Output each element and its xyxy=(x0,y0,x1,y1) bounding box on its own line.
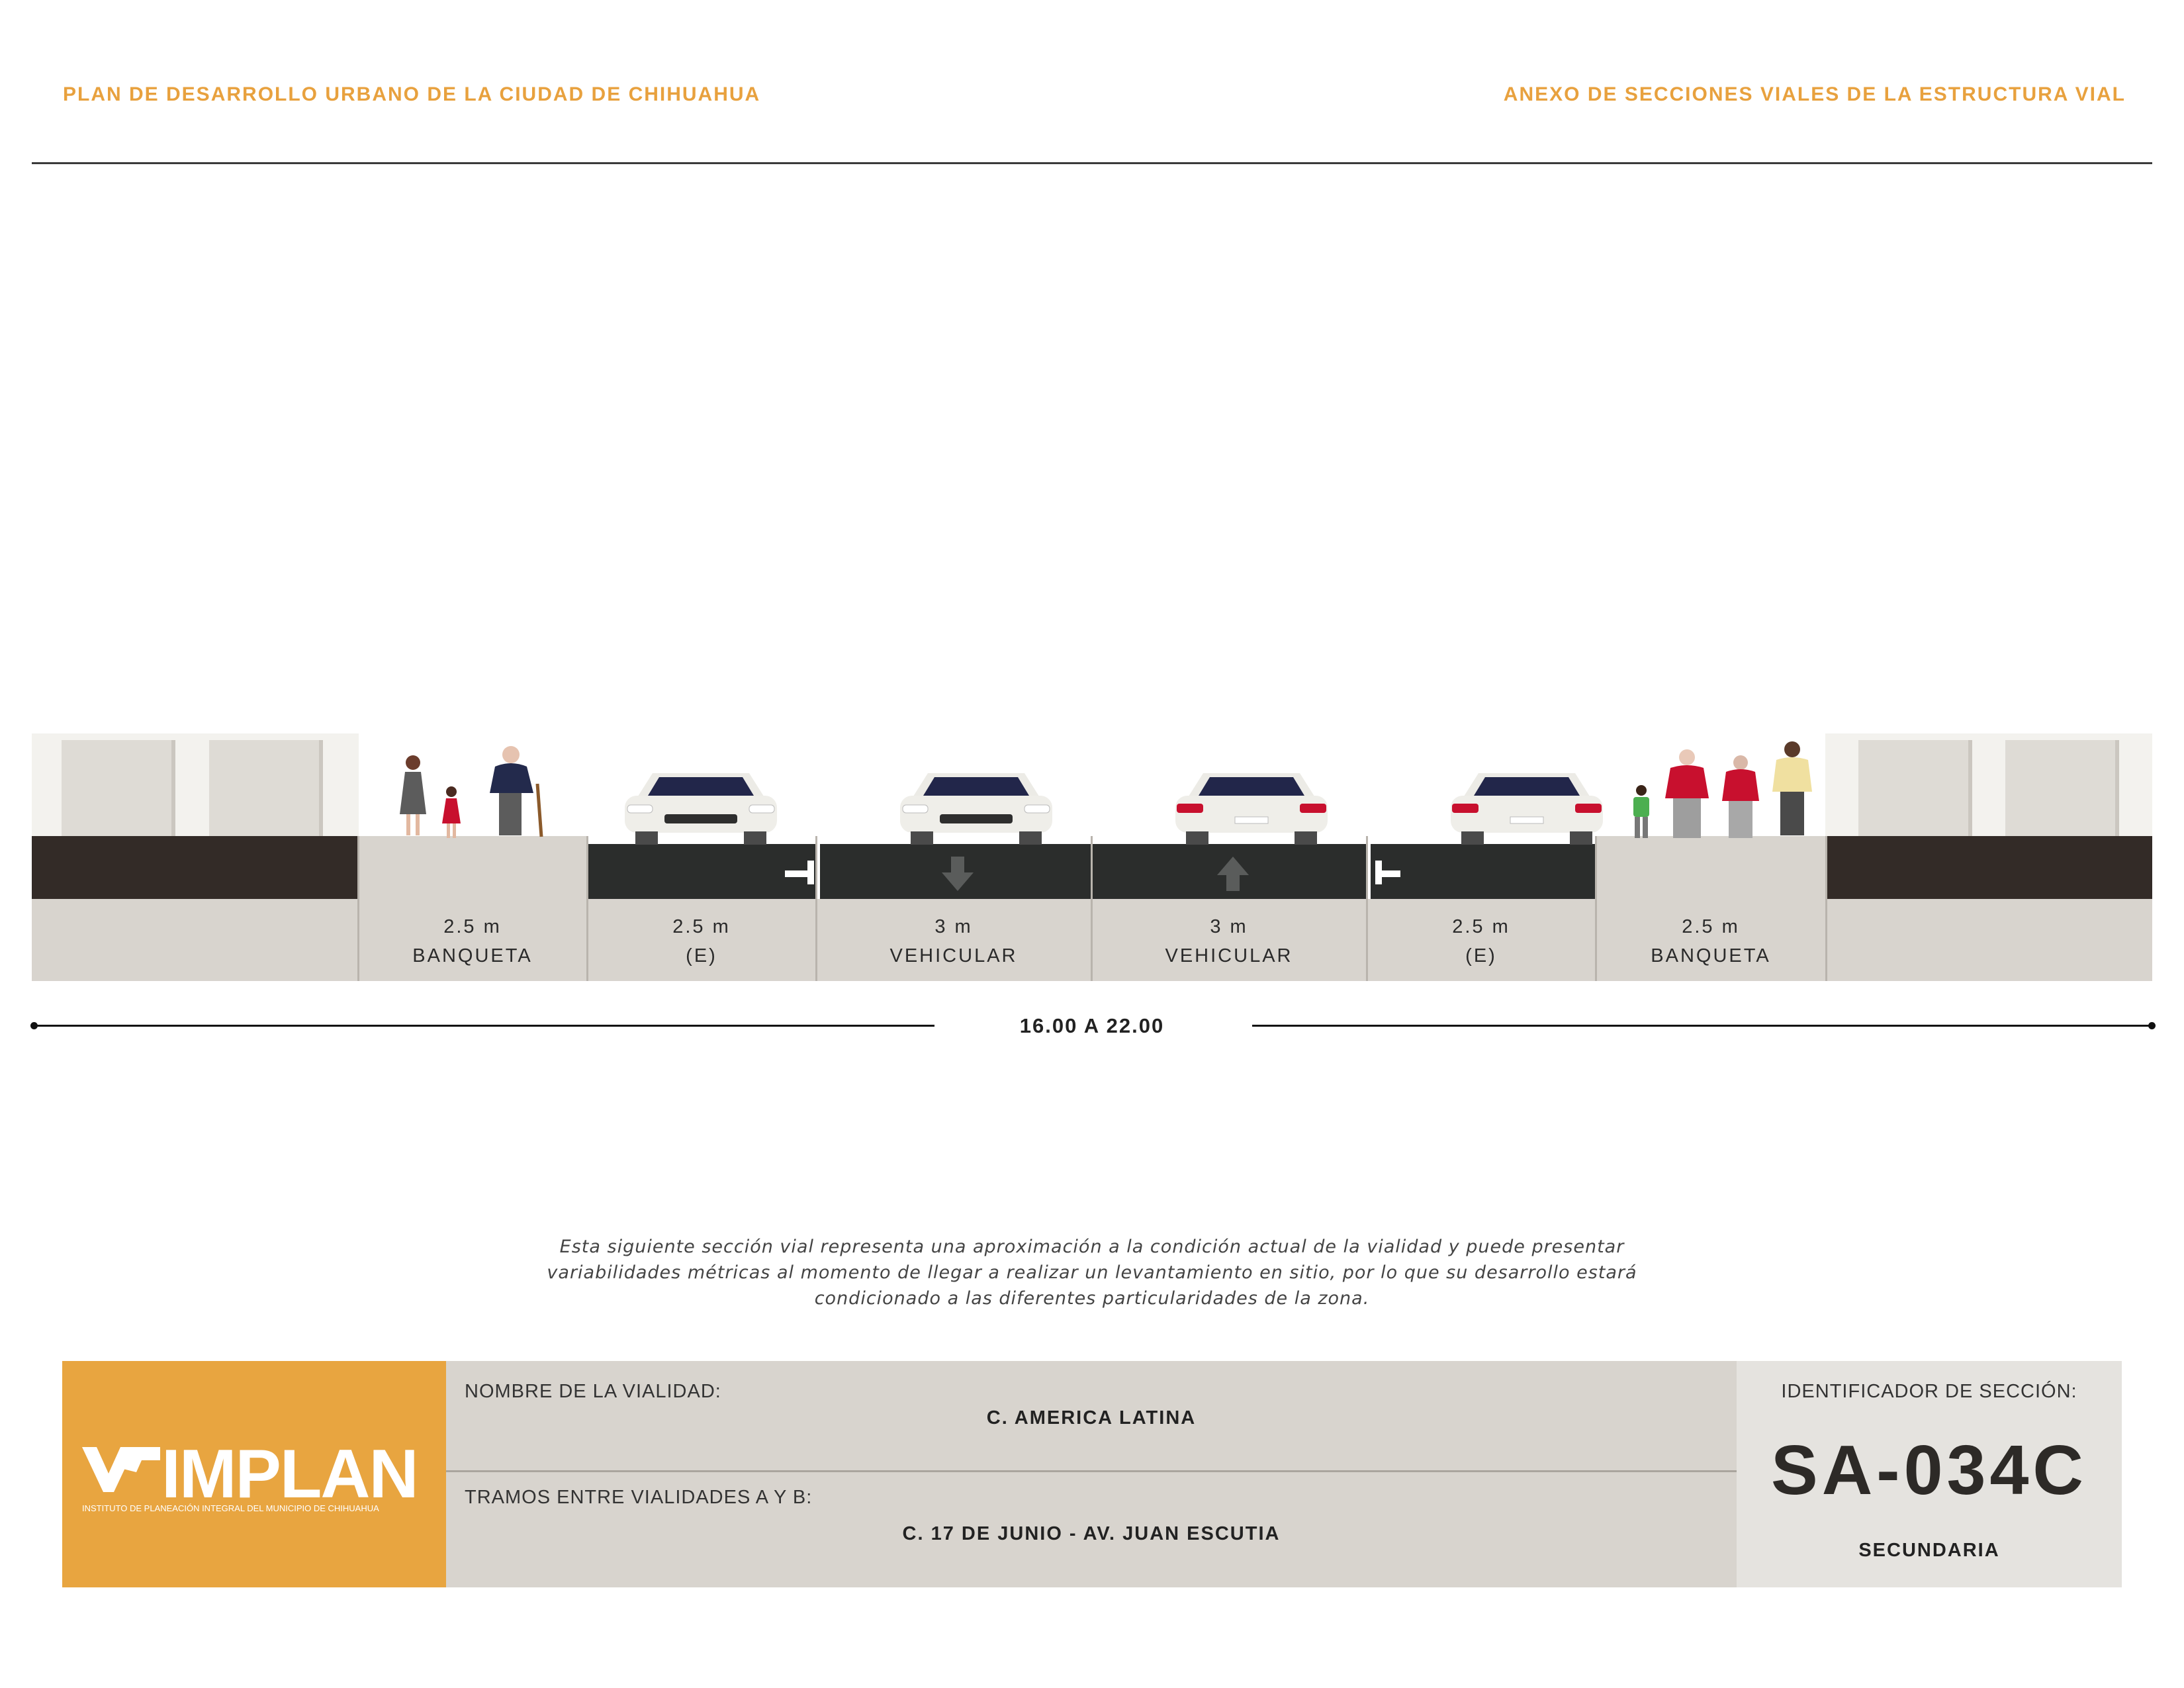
info-divider xyxy=(446,1470,1737,1472)
total-width-label: 16.00 A 22.00 xyxy=(1019,1014,1165,1037)
street-section-diagram: 2.5 m BANQUETA 2.5 m (E) 3 m VEHICULAR 3… xyxy=(32,733,2152,981)
road-classification: SECUNDARIA xyxy=(1858,1540,2000,1561)
disclaimer-note: Esta siguiente sección vial representa u… xyxy=(547,1237,1637,1309)
pedestrian-man-icon xyxy=(1772,741,1812,835)
street-name-label: NOMBRE DE LA VIALIDAD: xyxy=(465,1381,721,1402)
car-rear-icon xyxy=(1451,773,1603,845)
lane-label: 3 m VEHICULAR xyxy=(817,912,1091,970)
lane-label: 2.5 m (E) xyxy=(1367,912,1595,970)
pedestrian-elder-icon xyxy=(490,746,543,837)
parking-lane-mark xyxy=(1375,861,1382,884)
lane-name: (E) xyxy=(1465,945,1497,966)
arrow-up-icon xyxy=(1217,857,1249,891)
street-info: NOMBRE DE LA VIALIDAD: C. AMERICA LATINA… xyxy=(446,1361,1737,1587)
parking-lane-mark xyxy=(807,861,814,884)
lane-width: 3 m xyxy=(1210,916,1248,937)
lane-name: (E) xyxy=(686,945,717,966)
section-id-label: IDENTIFICADOR DE SECCIÓN: xyxy=(1781,1381,2077,1402)
parking-lane-mark xyxy=(785,870,810,877)
logo-wordmark: IMPLAN xyxy=(161,1436,419,1513)
car-front-icon xyxy=(625,773,777,845)
lane-label: 2.5 m (E) xyxy=(588,912,815,970)
arrow-down-icon xyxy=(942,857,974,891)
pedestrian-woman-icon xyxy=(1722,755,1759,838)
dimension-line-right xyxy=(1252,1025,2152,1027)
pedestrian-woman-icon xyxy=(400,755,426,835)
building-window xyxy=(62,740,175,836)
segment-label: TRAMOS ENTRE VIALIDADES A Y B: xyxy=(465,1487,813,1508)
sidewalk-right xyxy=(1596,836,1825,899)
lane-width: 3 m xyxy=(934,916,973,937)
car-front-icon xyxy=(900,773,1052,845)
header-divider xyxy=(32,162,2152,164)
info-block: IMPLAN INSTITUTO DE PLANEACIÓN INTEGRAL … xyxy=(62,1361,2122,1587)
building-window xyxy=(1858,740,1972,836)
car-rear-icon xyxy=(1175,773,1328,845)
lane-name: BANQUETA xyxy=(1651,945,1771,966)
sidewalk-left xyxy=(359,836,588,899)
implan-mark-icon xyxy=(82,1447,160,1492)
street-name: C. AMERICA LATINA xyxy=(986,1407,1197,1429)
pedestrian-child-icon xyxy=(442,786,461,838)
dimension-line-left xyxy=(33,1025,934,1027)
building-window xyxy=(209,740,323,836)
dimension-endpoint xyxy=(2148,1022,2156,1029)
lane-width: 2.5 m xyxy=(1682,916,1740,937)
pedestrian-child-icon xyxy=(1633,785,1649,838)
lane-width: 2.5 m xyxy=(443,916,502,937)
lane-label: 2.5 m BANQUETA xyxy=(359,912,586,970)
lane-label: 2.5 m BANQUETA xyxy=(1596,912,1825,970)
building-right xyxy=(1825,733,2152,836)
logo-subtitle: INSTITUTO DE PLANEACIÓN INTEGRAL DEL MUN… xyxy=(82,1503,379,1513)
property-curb-left xyxy=(32,836,359,899)
building-window xyxy=(2005,740,2119,836)
lane-name: VEHICULAR xyxy=(1165,945,1293,966)
building-left xyxy=(32,733,359,836)
section-id-box: IDENTIFICADOR DE SECCIÓN: SA-034C SECUND… xyxy=(1737,1361,2122,1587)
section-divider xyxy=(1825,836,1827,981)
lane-name: BANQUETA xyxy=(412,945,533,966)
property-curb-right xyxy=(1825,836,2152,899)
annex-title: ANEXO DE SECCIONES VIALES DE LA ESTRUCTU… xyxy=(1503,83,2126,105)
segment-value: C. 17 DE JUNIO - AV. JUAN ESCUTIA xyxy=(902,1523,1281,1544)
section-id-code: SA-034C xyxy=(1771,1431,2087,1509)
lane-name: VEHICULAR xyxy=(889,945,1018,966)
implan-logo: IMPLAN INSTITUTO DE PLANEACIÓN INTEGRAL … xyxy=(62,1361,446,1587)
lane-label: 3 m VEHICULAR xyxy=(1092,912,1366,970)
document-title: PLAN DE DESARROLLO URBANO DE LA CIUDAD D… xyxy=(63,83,761,105)
lane-width: 2.5 m xyxy=(1452,916,1510,937)
lane-width: 2.5 m xyxy=(672,916,731,937)
pedestrian-man-icon xyxy=(1665,749,1709,838)
